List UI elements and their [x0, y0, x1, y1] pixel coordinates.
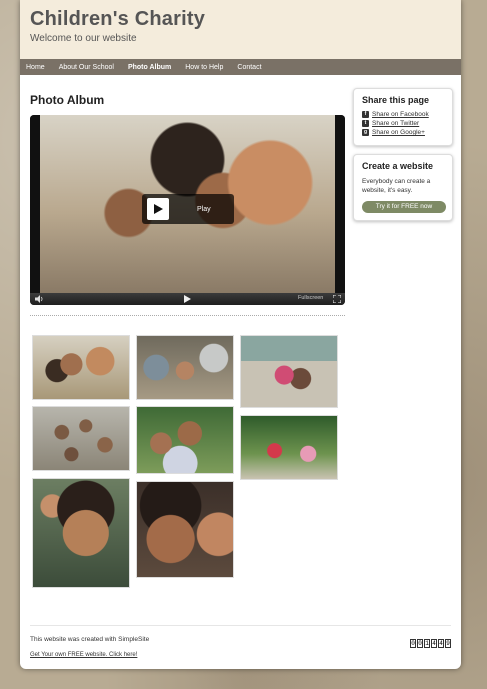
gallery-photo[interactable]: [136, 406, 234, 474]
page-title: Photo Album: [30, 93, 105, 107]
footer-free-website-link[interactable]: Get Your own FREE website. Click here!: [30, 652, 137, 658]
site-footer: This website was created with SimpleSite…: [30, 625, 451, 661]
counter-digit: 1: [424, 639, 430, 648]
site-tagline: Welcome to our website: [30, 33, 137, 44]
main-column: Photo Album Play Fullscreen: [30, 93, 345, 595]
try-free-button[interactable]: Try it for FREE now: [362, 201, 446, 214]
site-title[interactable]: Children's Charity: [30, 8, 451, 31]
nav-item-how-to-help[interactable]: How to Help: [185, 64, 223, 71]
counter-digit: 4: [438, 639, 444, 648]
facebook-icon: f: [362, 111, 369, 118]
counter-digit: 0: [417, 639, 423, 648]
site-header: Children's Charity Welcome to our websit…: [20, 0, 461, 59]
fullscreen-label[interactable]: Fullscreen: [298, 295, 323, 301]
play-icon: [147, 198, 169, 220]
nav-item-photo-album[interactable]: Photo Album: [128, 64, 171, 71]
page-container: Children's Charity Welcome to our websit…: [20, 0, 461, 669]
share-card: Share this page f Share on Facebook t Sh…: [353, 88, 453, 146]
share-row-twitter[interactable]: t Share on Twitter: [362, 120, 444, 127]
twitter-icon: t: [362, 120, 369, 127]
video-letterbox-right: [335, 115, 345, 293]
counter-digit: 4: [431, 639, 437, 648]
counter-digit: 0: [410, 639, 416, 648]
nav-item-contact[interactable]: Contact: [237, 64, 261, 71]
share-row-googleplus[interactable]: g Share on Google+: [362, 129, 444, 136]
video-controls-bar: Fullscreen: [30, 293, 345, 305]
fullscreen-icon[interactable]: [333, 295, 341, 303]
section-divider: [30, 315, 345, 316]
nav-item-home[interactable]: Home: [26, 64, 45, 71]
video-letterbox-left: [30, 115, 40, 293]
create-card-title: Create a website: [362, 161, 434, 171]
sidebar: Share this page f Share on Facebook t Sh…: [353, 88, 453, 222]
visitor-counter: 0 0 1 4 4 9: [409, 639, 451, 648]
gallery-photo[interactable]: [136, 335, 234, 400]
gallery-photo[interactable]: [240, 335, 338, 408]
gallery-photo[interactable]: [32, 478, 130, 588]
content-area: Photo Album Play Fullscreen Share this p…: [20, 75, 461, 669]
gallery-photo[interactable]: [32, 406, 130, 471]
gallery-photo[interactable]: [240, 415, 338, 480]
share-card-title: Share this page: [362, 95, 430, 105]
control-play-icon[interactable]: [183, 295, 191, 303]
gallery-photo[interactable]: [136, 481, 234, 578]
gallery-photo[interactable]: [32, 335, 130, 400]
footer-credit: This website was created with SimpleSite: [30, 636, 150, 643]
googleplus-icon: g: [362, 129, 369, 136]
photo-gallery: [30, 335, 345, 595]
play-overlay-button[interactable]: Play: [142, 194, 234, 224]
share-twitter-link[interactable]: Share on Twitter: [372, 120, 419, 127]
create-website-card: Create a website Everybody can create a …: [353, 154, 453, 222]
video-player[interactable]: Play Fullscreen: [30, 115, 345, 305]
share-googleplus-link[interactable]: Share on Google+: [372, 129, 425, 136]
main-nav: Home About Our School Photo Album How to…: [20, 59, 461, 75]
share-facebook-link[interactable]: Share on Facebook: [372, 111, 429, 118]
nav-item-about-our-school[interactable]: About Our School: [59, 64, 114, 71]
counter-digit: 9: [445, 639, 451, 648]
play-label: Play: [197, 205, 211, 213]
speaker-icon[interactable]: [35, 295, 44, 303]
create-card-text: Everybody can create a website, it's eas…: [362, 178, 431, 195]
share-row-facebook[interactable]: f Share on Facebook: [362, 111, 444, 118]
